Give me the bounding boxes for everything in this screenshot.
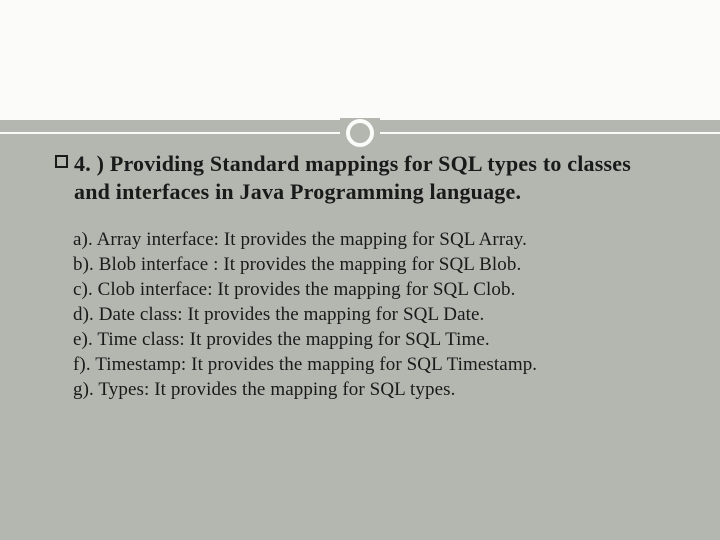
- circle-decor-icon: [346, 119, 374, 147]
- content-area: 4. ) Providing Standard mappings for SQL…: [55, 150, 665, 403]
- list-item: d). Date class: It provides the mapping …: [73, 302, 665, 327]
- list-item: a). Array interface: It provides the map…: [73, 227, 665, 252]
- list-item: c). Clob interface: It provides the mapp…: [73, 277, 665, 302]
- list-item: e). Time class: It provides the mapping …: [73, 327, 665, 352]
- top-band: [0, 0, 720, 120]
- slide-heading: 4. ) Providing Standard mappings for SQL…: [74, 150, 665, 205]
- slide: 4. ) Providing Standard mappings for SQL…: [0, 0, 720, 540]
- list-item: b). Blob interface : It provides the map…: [73, 252, 665, 277]
- list-item: f). Timestamp: It provides the mapping f…: [73, 352, 665, 377]
- body-text: a). Array interface: It provides the map…: [73, 227, 665, 403]
- square-bullet-icon: [55, 155, 68, 168]
- list-item: g). Types: It provides the mapping for S…: [73, 377, 665, 402]
- heading-row: 4. ) Providing Standard mappings for SQL…: [55, 150, 665, 205]
